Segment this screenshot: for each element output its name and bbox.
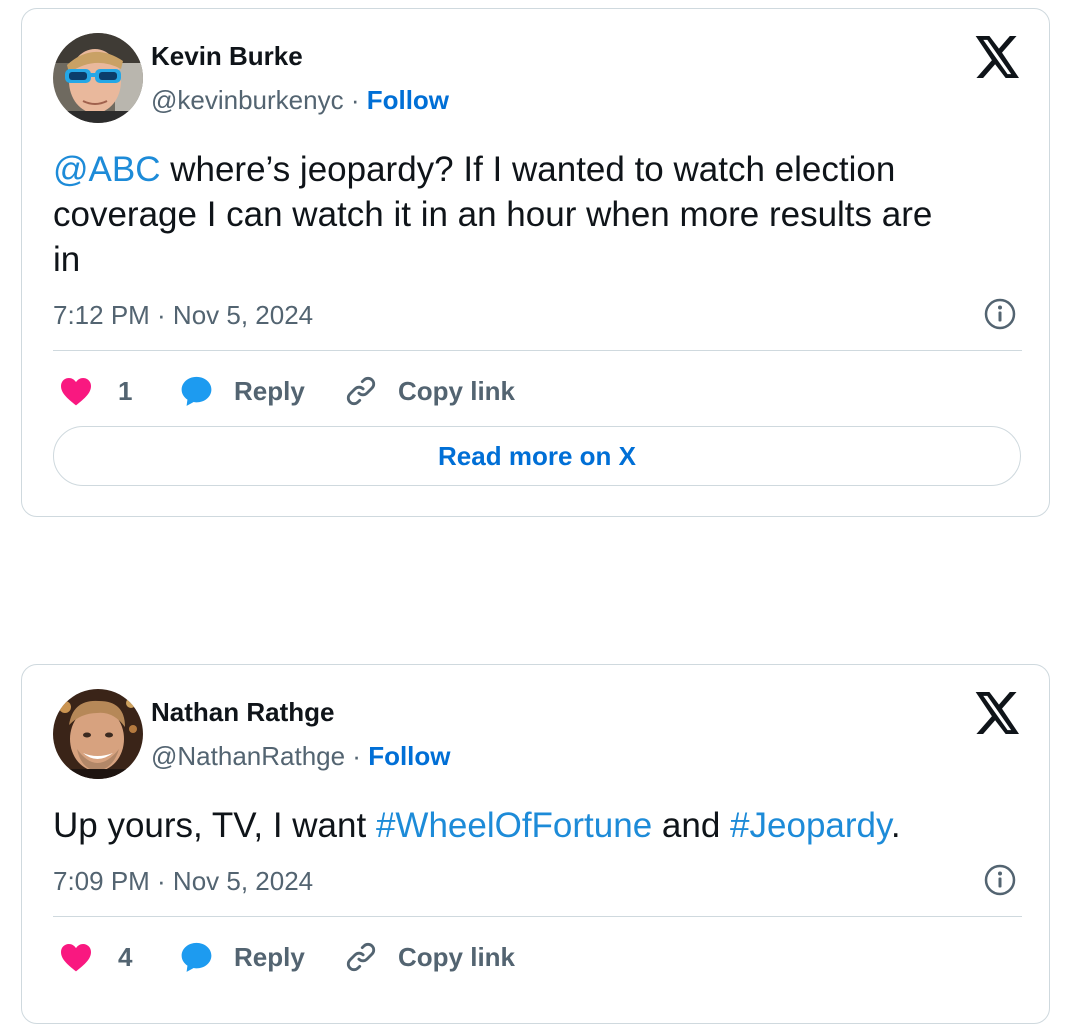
tweet-timestamp[interactable]: 7:09 PM · Nov 5, 2024 [53,866,313,897]
hashtag-link[interactable]: #Jeopardy [730,806,891,845]
divider [53,916,1022,917]
link-icon [346,942,376,972]
info-icon[interactable] [984,298,1016,330]
author-handle[interactable]: @kevinburkenyc [151,85,344,115]
tweet-text-segment: . [890,806,901,845]
like-count: 1 [118,375,133,406]
follow-button[interactable]: Follow [368,741,450,771]
mention-link[interactable]: @ABC [53,150,161,189]
heart-icon [61,378,91,406]
info-icon[interactable] [984,864,1016,896]
tweet-text: Up yours, TV, I want #WheelOfFortune and… [53,803,1003,848]
reply-bubble-icon [181,376,212,406]
hashtag-link[interactable]: #WheelOfFortune [376,806,652,845]
author-name[interactable]: Nathan Rathge [151,697,334,728]
reply-label: Reply [234,941,305,972]
copy-link-button[interactable]: Copy link [344,373,515,409]
like-button[interactable]: 4 [59,940,132,974]
reply-button[interactable]: Reply [179,373,305,409]
tweet-text-line-1: @ABC where’s jeopardy? If I wanted to wa… [53,147,1003,192]
avatar-photo [53,33,143,123]
read-more-button[interactable]: Read more on X [53,426,1021,486]
copy-link-button[interactable]: Copy link [344,939,515,975]
heart-icon [61,944,91,972]
avatar[interactable] [53,33,143,123]
follow-button[interactable]: Follow [367,85,449,115]
avatar-photo [53,689,143,779]
tweet-card: Nathan Rathge @NathanRathge · Follow Up … [21,664,1050,1024]
divider [53,350,1022,351]
tweet-text-segment: Up yours, TV, I want [53,806,376,845]
reply-button[interactable]: Reply [179,939,305,975]
author-name[interactable]: Kevin Burke [151,41,303,72]
tweet-text-segment: where’s jeopardy? If I wanted to watch e… [160,150,896,189]
tweet-text: @ABC where’s jeopardy? If I wanted to wa… [53,147,1003,282]
reply-label: Reply [234,375,305,406]
tweet-text-segment: and [652,806,731,845]
like-button[interactable]: 1 [59,374,132,408]
separator-dot: · [345,741,369,771]
tweet-text-line-3: in [53,240,81,279]
copy-link-label: Copy link [398,941,516,972]
author-handle-line: @kevinburkenyc · Follow [151,85,449,116]
tweet-timestamp[interactable]: 7:12 PM · Nov 5, 2024 [53,300,313,331]
avatar[interactable] [53,689,143,779]
copy-link-label: Copy link [398,375,516,406]
author-handle[interactable]: @NathanRathge [151,741,345,771]
separator-dot: · [343,85,367,115]
tweet-text-line-2: coverage I can watch it in an hour when … [53,195,933,234]
reply-bubble-icon [181,942,212,972]
like-count: 4 [118,941,133,972]
link-icon [346,376,376,406]
tweet-text-line-1: Up yours, TV, I want #WheelOfFortune and… [53,803,1003,848]
author-handle-line: @NathanRathge · Follow [151,741,451,772]
x-logo-icon[interactable] [975,692,1021,734]
tweet-card: Kevin Burke @kevinburkenyc · Follow @ABC… [21,8,1050,517]
x-logo-icon[interactable] [975,36,1021,78]
